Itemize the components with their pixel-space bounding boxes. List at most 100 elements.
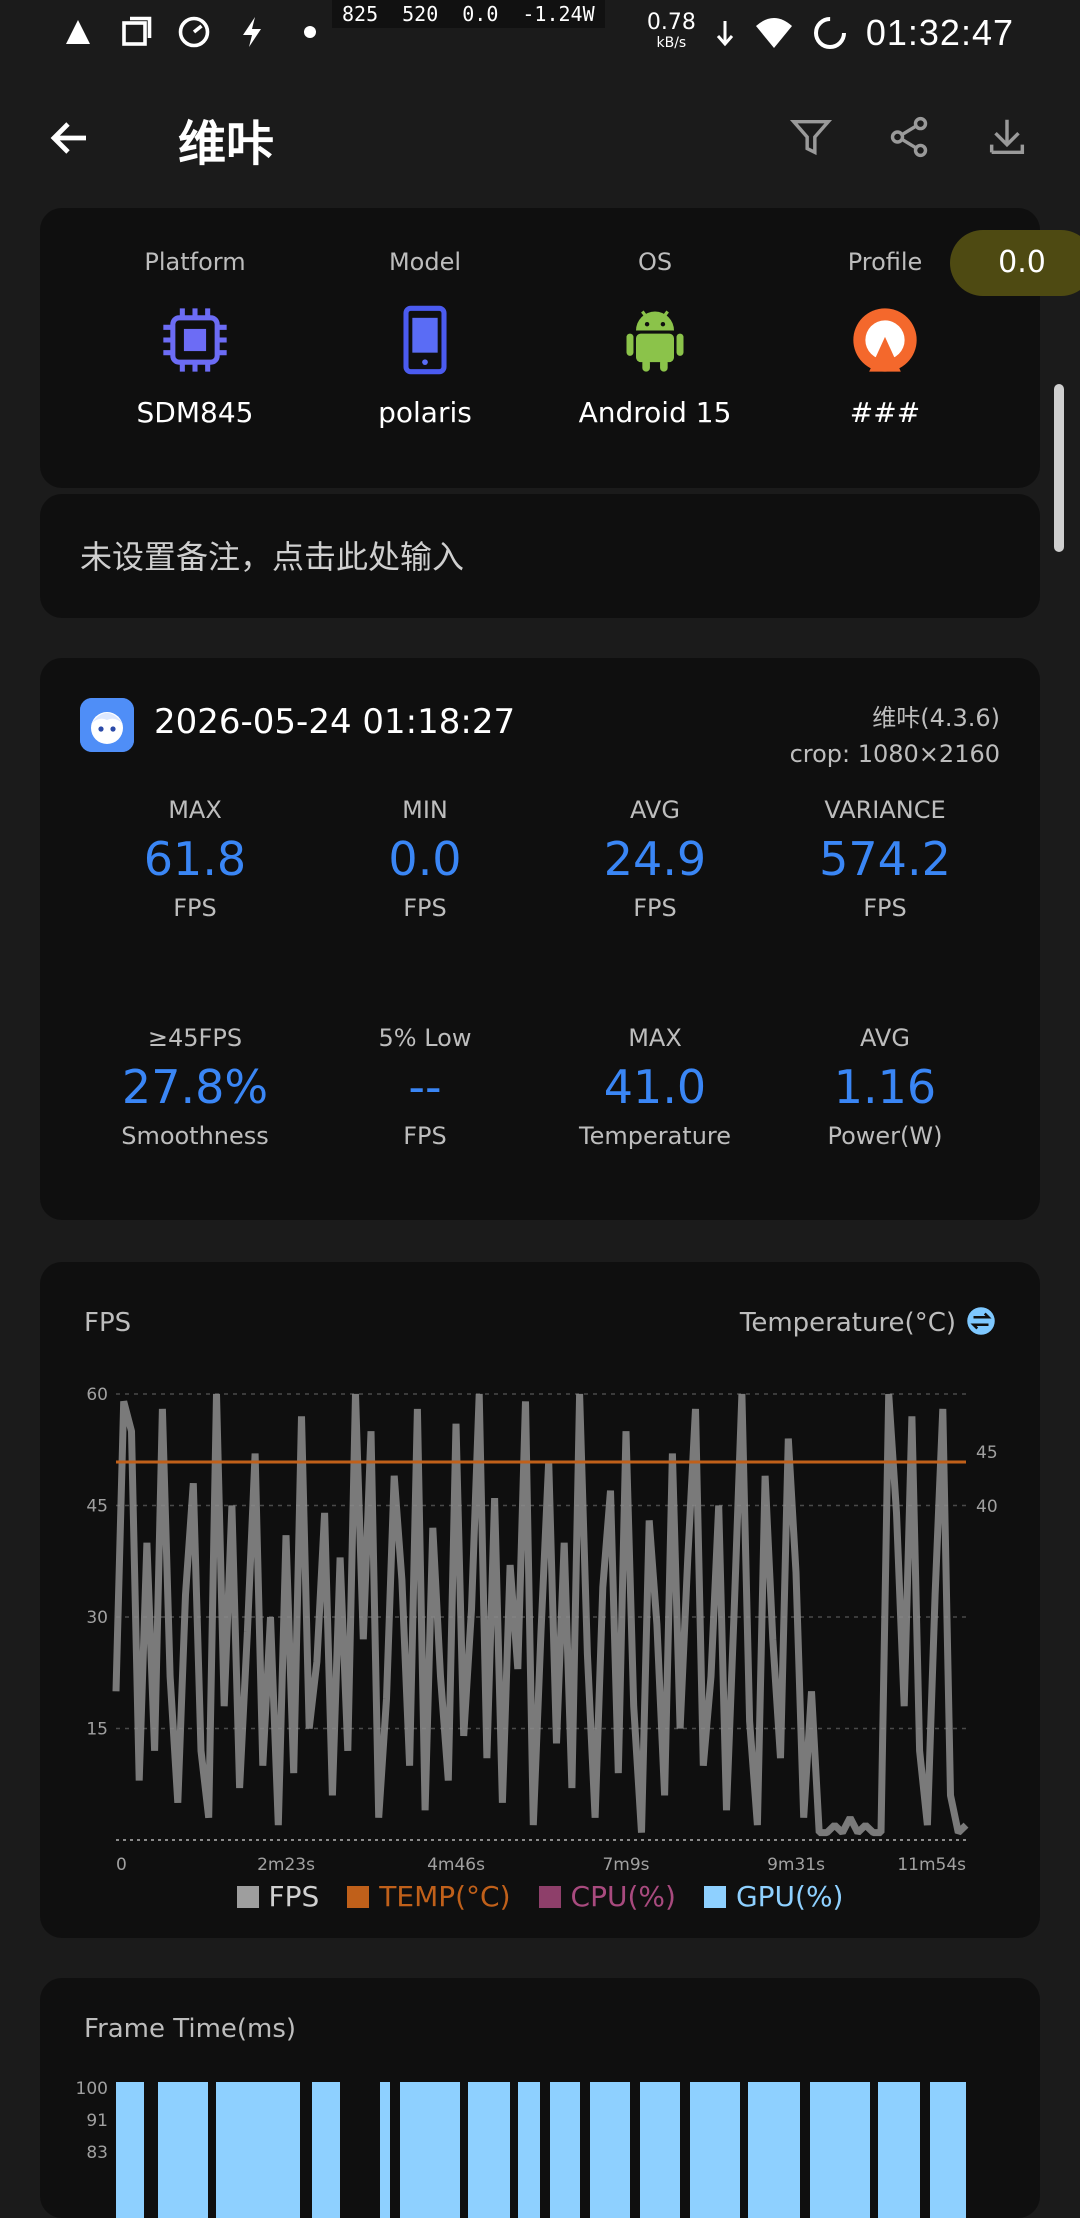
legend-cpu[interactable]: CPU(%) [538,1880,676,1913]
frame-time-gap [390,2082,400,2218]
frame-time-chart[interactable]: 100 91 83 [40,1978,1040,2218]
y-tick-label: 91 [86,2111,108,2131]
cpu-chip-icon [163,308,227,372]
stat-max-temp: MAX 41.0 Temperature [578,1024,732,1150]
os-value: Android 15 [578,396,732,429]
y-tick-label: 45 [86,1497,108,1517]
stat-max-fps: MAX 61.8 FPS [143,796,247,922]
note-card[interactable]: 未设置备注，点击此处输入 [40,494,1040,618]
frame-time-gap [680,2082,690,2218]
y-tick-label: 83 [86,2143,108,2163]
toolbar-actions [788,114,1030,160]
loading-ring-icon [813,17,846,49]
status-right: 0.78 kB/s 01:32:47 [647,12,1014,54]
status-icons [60,14,328,50]
y-tick-label: 15 [86,1720,108,1740]
platform-column: Platform SDM845 [80,248,310,429]
fps-chart-card: 15 30 45 60 40 45 0 2m23s 4m46s 7m9s 9m31s 11m54s F… [40,1262,1040,1938]
overlay-gpu: 520 [402,2,439,26]
os-label: OS [637,248,673,276]
frame-time-gap [460,2082,468,2218]
session-stats-card: 2026-05-24 01:18:27 维咔(4.3.6) crop: 1080… [40,658,1040,1220]
frame-time-gap [580,2082,590,2218]
scrollbar[interactable] [1054,384,1064,552]
stat-5pct-low: 5% Low -- FPS [378,1024,472,1150]
score-badge[interactable]: 0.0 [950,230,1080,296]
x-tick-label: 7m9s [602,1855,649,1875]
right-tick-label: 45 [976,1443,998,1463]
session-datetime: 2026-05-24 01:18:27 [154,702,516,742]
frame-time-gap [340,2082,380,2218]
stat-avg-power: AVG 1.16 Power(W) [827,1024,943,1150]
frame-time-gap [510,2082,518,2218]
frame-time-gap [740,2082,748,2218]
back-arrow-icon[interactable] [46,114,94,162]
status-bar: 825 520 0.0 -1.24W 0.78 kB/s 01:32:47 [0,0,1080,66]
x-tick-label: 2m23s [257,1855,315,1875]
swap-axis-icon[interactable] [966,1306,996,1336]
frame-time-gap [870,2082,878,2218]
stat-variance: VARIANCE 574.2 FPS [819,796,951,922]
profile-flame-icon [853,308,917,372]
frame-time-gap [540,2082,550,2218]
model-column: Model polaris [310,248,540,429]
frame-time-gap [920,2082,930,2218]
x-tick-label: 9m31s [767,1855,825,1875]
stat-smoothness: ≥45FPS 27.8% Smoothness [121,1024,269,1150]
wifi-icon [755,18,792,48]
profile-value: ### [849,396,921,429]
phone-icon [403,305,447,375]
model-value: polaris [378,396,472,429]
speedometer-icon [178,16,210,48]
chart-title: FPS [84,1308,132,1338]
app-notification-icon [66,20,90,44]
flash-icon [243,17,261,47]
frame-time-gap [630,2082,640,2218]
window-icon [122,16,152,46]
overlay-power: -1.24W [522,2,595,26]
x-tick-label: 0 [116,1855,127,1875]
frame-time-gap [300,2082,312,2218]
frame-time-gap [144,2082,158,2218]
frame-time-card: Frame Time(ms) 100 91 83 [40,1978,1040,2218]
stat-min-fps: MIN 0.0 FPS [388,796,462,922]
net-speed: 0.78 kB/s [646,10,696,52]
share-icon[interactable] [886,114,932,160]
x-tick-label: 11m54s [897,1855,966,1875]
app-bar: 维咔 [0,100,1080,180]
dot-icon [304,26,316,38]
y-tick-label: 100 [76,2079,108,2099]
download-arrow-icon [716,21,733,47]
platform-value: SDM845 [136,396,254,429]
android-icon [626,310,684,372]
device-info-card: Platform SDM845 Model polaris OS Android… [40,208,1040,488]
crop-info: crop: 1080×2160 [789,740,1000,768]
x-tick-label: 4m46s [427,1855,485,1875]
y-tick-label: 60 [86,1385,108,1405]
frame-time-gap [800,2082,810,2218]
right-axis-title: Temperature(°C) [739,1308,956,1338]
download-icon[interactable] [984,114,1030,160]
app-version-info: 维咔(4.3.6) crop: 1080×2160 [790,700,1000,772]
legend-gpu[interactable]: GPU(%) [703,1880,843,1913]
right-tick-label: 40 [976,1497,998,1517]
clock: 01:32:47 [865,12,1014,53]
os-column: OS Android 15 [540,248,770,429]
y-tick-label: 30 [86,1608,108,1628]
page-title: 维咔 [178,116,275,172]
fps-chart[interactable]: 15 30 45 60 40 45 0 2m23s 4m46s 7m9s 9m31s 11m54s [40,1262,1040,1938]
chart-legend: FPS TEMP(°C) CPU(%) GPU(%) [40,1880,1040,1913]
overlay-cpu: 825 [342,2,379,26]
stat-avg-fps: AVG 24.9 FPS [603,796,707,922]
legend-temp[interactable]: TEMP(°C) [347,1880,511,1913]
platform-label: Platform [144,248,246,276]
note-placeholder[interactable]: 未设置备注，点击此处输入 [80,532,464,578]
frame-time-gap [208,2082,216,2218]
perf-overlay: 825 520 0.0 -1.24W [332,0,605,28]
app-logo [80,698,134,752]
filter-icon[interactable] [788,114,834,160]
overlay-fps: 0.0 [462,2,499,26]
app-version: 维咔(4.3.6) [872,704,1000,732]
fps-series-line [112,1393,969,1837]
legend-fps[interactable]: FPS [236,1880,319,1913]
